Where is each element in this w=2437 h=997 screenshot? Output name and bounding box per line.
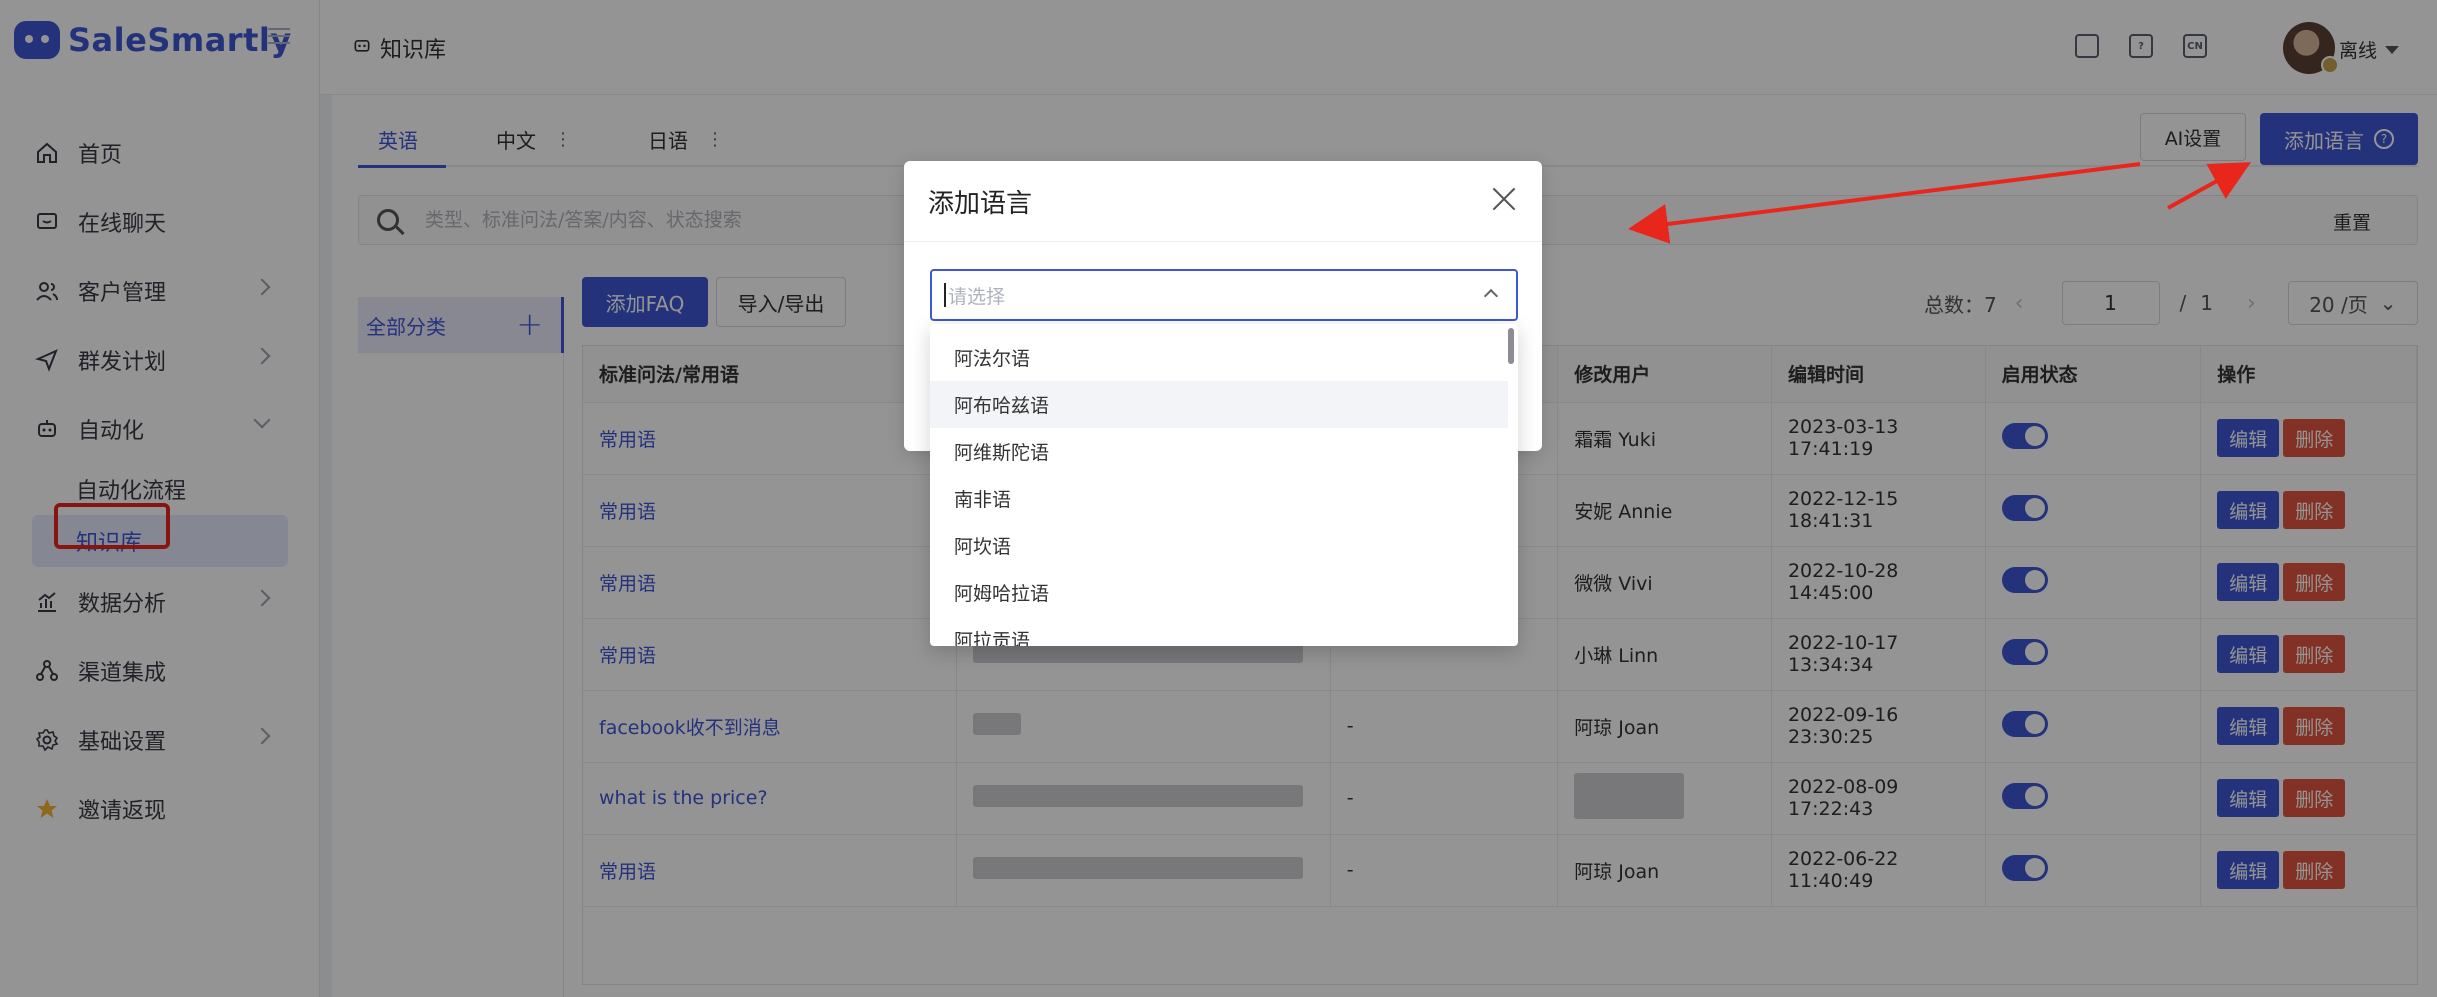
- language-options: 阿法尔语 阿布哈兹语 阿维斯陀语 南非语 阿坎语 阿姆哈拉语 阿拉贡语: [930, 324, 1518, 646]
- language-option[interactable]: 南非语: [930, 475, 1508, 522]
- divider: [904, 241, 1542, 242]
- language-option[interactable]: 阿维斯陀语: [930, 428, 1508, 475]
- close-icon[interactable]: [1492, 187, 1516, 211]
- chevron-up-icon: [1483, 288, 1499, 304]
- scrollbar[interactable]: [1508, 328, 1514, 364]
- language-select[interactable]: 请选择: [930, 269, 1518, 321]
- language-option[interactable]: 阿法尔语: [930, 334, 1508, 381]
- modal-title: 添加语言: [928, 189, 1033, 219]
- text-cursor: [944, 283, 946, 307]
- language-option[interactable]: 阿坎语: [930, 522, 1508, 569]
- select-placeholder: 请选择: [948, 285, 1006, 308]
- language-dropdown: 阿法尔语 阿布哈兹语 阿维斯陀语 南非语 阿坎语 阿姆哈拉语 阿拉贡语: [930, 324, 1518, 646]
- language-option[interactable]: 阿姆哈拉语: [930, 569, 1508, 616]
- language-option[interactable]: 阿布哈兹语: [930, 381, 1508, 428]
- language-option[interactable]: 阿拉贡语: [930, 616, 1508, 646]
